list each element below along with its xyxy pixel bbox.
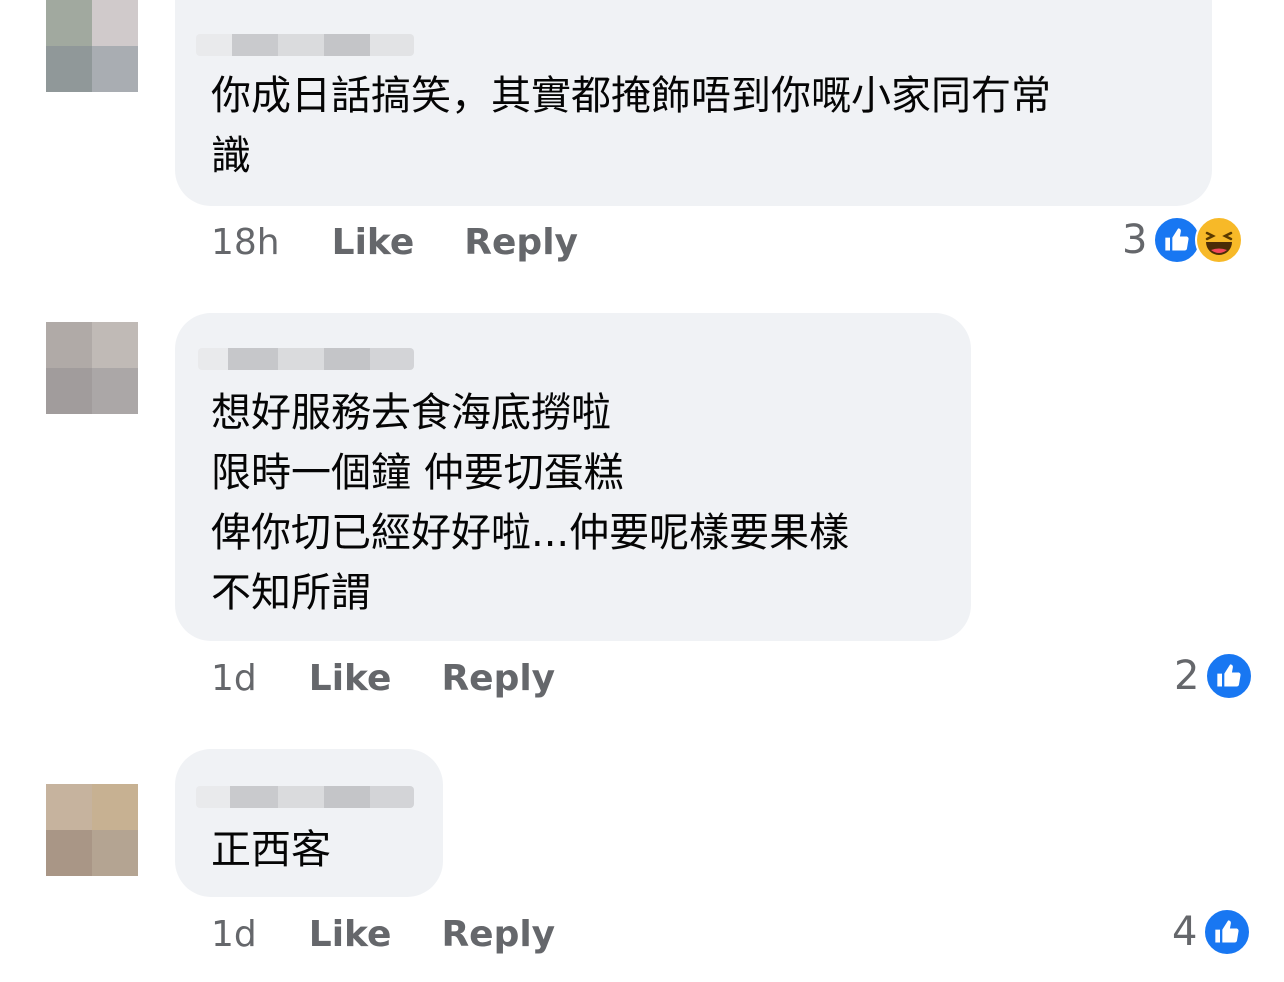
author-name[interactable] xyxy=(198,348,414,370)
comment-text: 正西客 xyxy=(211,827,331,873)
comment-time[interactable]: 18h xyxy=(211,222,280,263)
like-icon xyxy=(1203,908,1252,956)
reaction-count: 3 xyxy=(1122,217,1148,263)
avatar[interactable] xyxy=(46,0,138,92)
reaction-summary[interactable]: 3 xyxy=(1122,216,1244,264)
like-button[interactable]: Like xyxy=(332,222,415,263)
haha-icon xyxy=(1195,216,1244,264)
reaction-count: 2 xyxy=(1174,653,1200,699)
like-button[interactable]: Like xyxy=(309,914,392,955)
author-name[interactable] xyxy=(196,34,414,56)
like-button[interactable]: Like xyxy=(309,658,392,699)
reaction-summary[interactable]: 2 xyxy=(1174,652,1254,700)
avatar[interactable] xyxy=(46,322,138,414)
comment-time[interactable]: 1d xyxy=(211,914,257,955)
comment-time[interactable]: 1d xyxy=(211,658,257,699)
like-icon xyxy=(1205,652,1254,700)
reply-button[interactable]: Reply xyxy=(441,914,555,955)
reaction-summary[interactable]: 4 xyxy=(1172,908,1252,956)
reply-button[interactable]: Reply xyxy=(464,222,578,263)
reaction-count: 4 xyxy=(1172,909,1198,955)
comment-text: 你成日話搞笑，其實都掩飾唔到你嘅小家同冇常 識 xyxy=(211,73,1051,179)
avatar[interactable] xyxy=(46,784,138,876)
comment-actions: 1d Like Reply xyxy=(211,914,555,955)
author-name[interactable] xyxy=(196,786,414,808)
comment-text: 想好服務去食海底撈啦 限時一個鐘 仲要切蛋糕 俾你切已經好好啦...仲要呢樣要果… xyxy=(211,390,850,616)
comment-actions: 1d Like Reply xyxy=(211,658,555,699)
comment-actions: 18h Like Reply xyxy=(211,222,578,263)
like-icon xyxy=(1153,216,1202,264)
reply-button[interactable]: Reply xyxy=(441,658,555,699)
